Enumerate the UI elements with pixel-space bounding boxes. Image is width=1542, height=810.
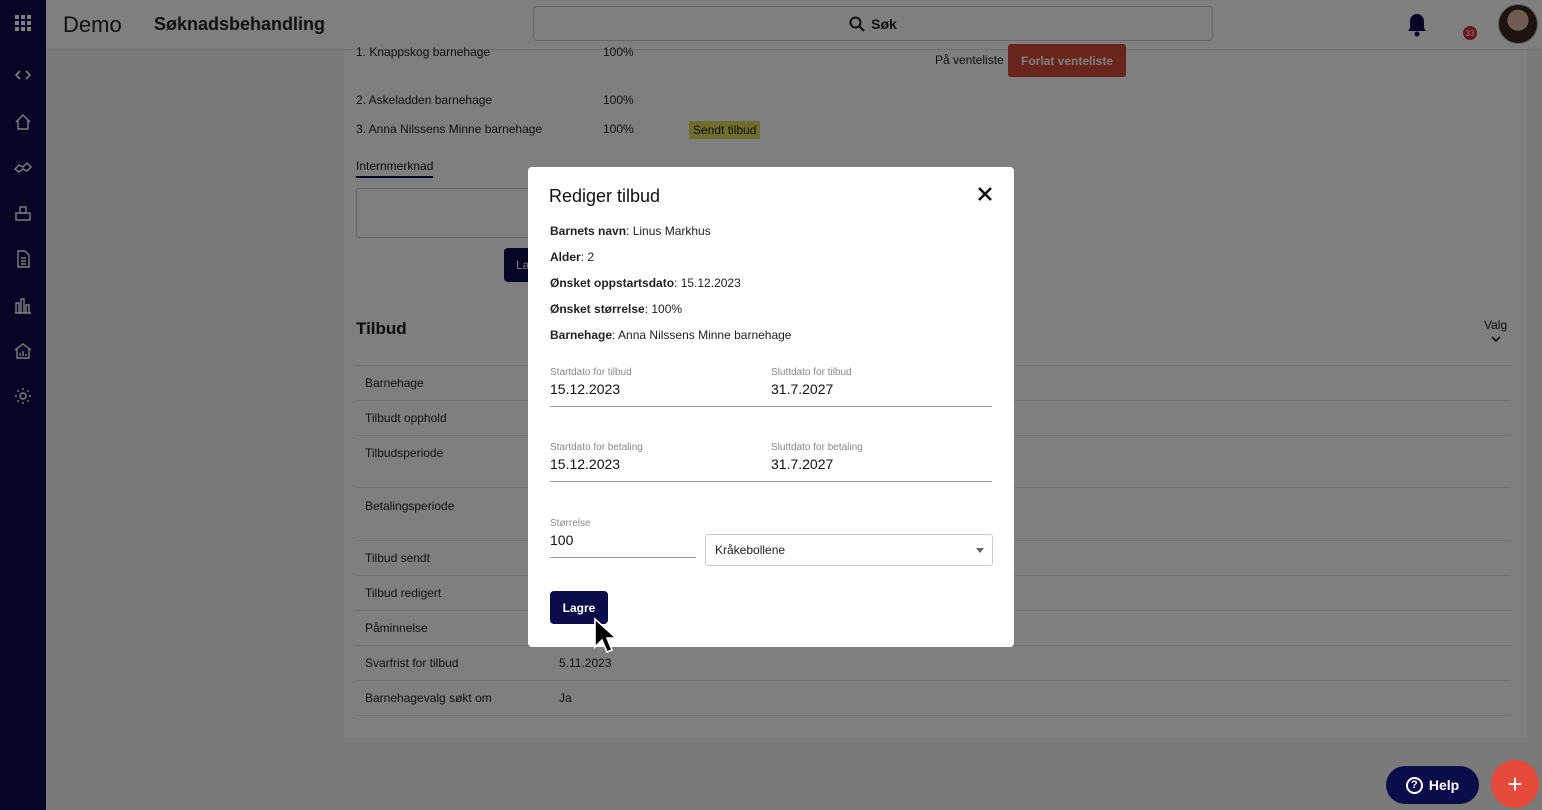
field-label: Startdato for tilbud bbox=[550, 367, 632, 378]
caret-down-icon bbox=[976, 548, 984, 553]
help-button[interactable]: ? Help bbox=[1386, 766, 1479, 804]
field-label: Størrelse bbox=[550, 518, 591, 529]
child-name-row: Barnets navn: Linus Markhus bbox=[550, 224, 711, 238]
mouse-cursor-icon bbox=[594, 617, 617, 654]
field-label: Sluttdato for betaling bbox=[771, 442, 863, 453]
question-icon: ? bbox=[1405, 776, 1423, 794]
field-label: Startdato for betaling bbox=[550, 442, 643, 453]
offer-start-input[interactable] bbox=[550, 381, 771, 397]
info-label: Barnets navn bbox=[550, 224, 627, 238]
age-row: Alder: 2 bbox=[550, 250, 594, 264]
close-icon[interactable] bbox=[974, 183, 996, 205]
add-button[interactable]: + bbox=[1491, 760, 1539, 808]
desired-size-row: Ønsket størrelse: 100% bbox=[550, 302, 682, 316]
department-select[interactable]: Kråkebollene bbox=[705, 534, 993, 566]
desired-start-row: Ønsket oppstartsdato: 15.12.2023 bbox=[550, 276, 741, 290]
info-label: Barnehage bbox=[550, 328, 613, 342]
department-selected: Kråkebollene bbox=[715, 543, 786, 557]
size-field: Størrelse bbox=[550, 518, 696, 558]
info-value: : 2 bbox=[580, 250, 595, 264]
info-label: Ønsket oppstartsdato bbox=[550, 276, 675, 290]
info-value: : Anna Nilssens Minne barnehage bbox=[612, 328, 792, 342]
info-label: Alder bbox=[550, 250, 581, 264]
offer-end-field: Sluttdato for tilbud bbox=[771, 367, 992, 407]
info-label: Ønsket størrelse bbox=[550, 302, 645, 316]
info-value: : Linus Markhus bbox=[626, 224, 711, 238]
kindergarten-row: Barnehage: Anna Nilssens Minne barnehage bbox=[550, 328, 791, 342]
info-value: : 100% bbox=[644, 302, 683, 316]
payment-end-input[interactable] bbox=[771, 456, 992, 472]
edit-offer-dialog: Rediger tilbud Barnets navn: Linus Markh… bbox=[528, 167, 1014, 647]
field-label: Sluttdato for tilbud bbox=[771, 367, 852, 378]
dialog-title: Rediger tilbud bbox=[549, 186, 661, 206]
size-input[interactable] bbox=[550, 532, 696, 548]
payment-end-field: Sluttdato for betaling bbox=[771, 442, 992, 482]
info-value: : 15.12.2023 bbox=[674, 276, 741, 290]
offer-end-input[interactable] bbox=[771, 381, 992, 397]
offer-start-field: Startdato for tilbud bbox=[550, 367, 771, 407]
payment-start-field: Startdato for betaling bbox=[550, 442, 771, 482]
help-label: Help bbox=[1428, 777, 1460, 793]
payment-start-input[interactable] bbox=[550, 456, 771, 472]
